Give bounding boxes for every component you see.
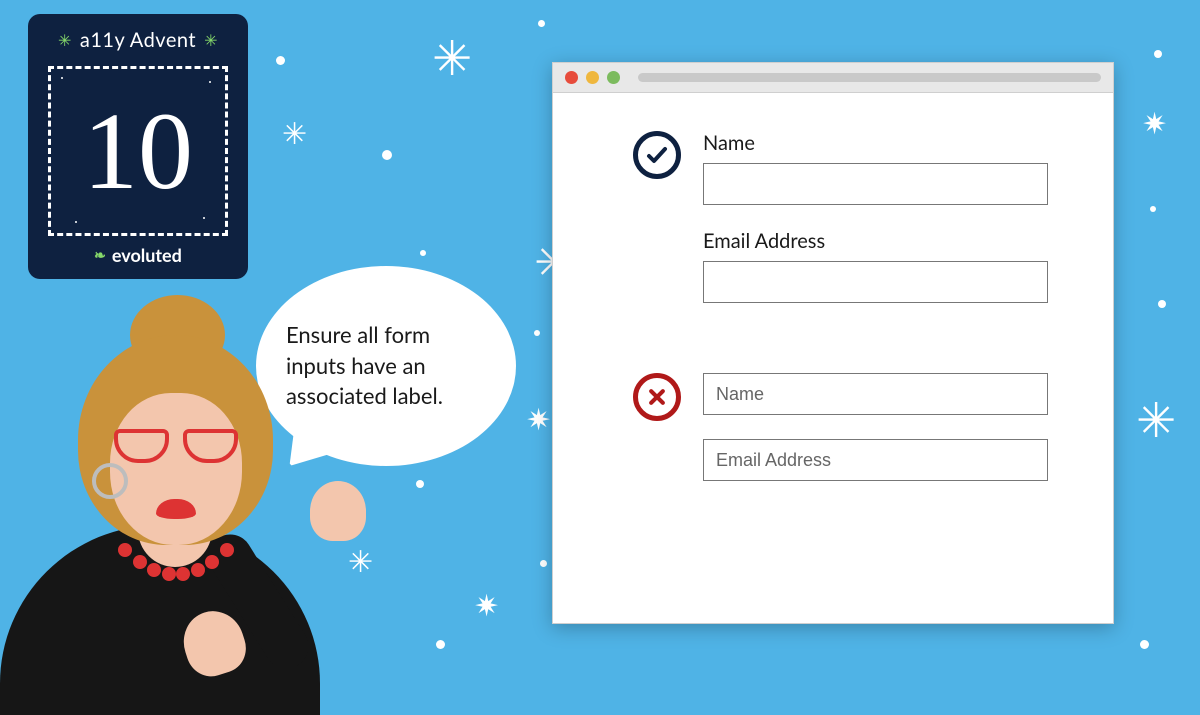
advent-card-title-text: a11y Advent (80, 28, 196, 52)
form-field-email-bad (703, 439, 1061, 481)
brand-name: evoluted (112, 244, 182, 266)
advent-day-number: 10 (83, 88, 193, 215)
good-example: Name Email Address (623, 131, 1061, 303)
email-input[interactable] (703, 261, 1048, 303)
person-illustration (0, 305, 400, 675)
form-field-email: Email Address (703, 229, 1061, 303)
traffic-light-minimize-icon[interactable] (586, 71, 599, 84)
advent-card: ✳ a11y Advent ✳ 10 ❧ evoluted (28, 14, 248, 279)
traffic-light-zoom-icon[interactable] (607, 71, 620, 84)
window-titlebar (553, 63, 1113, 93)
url-bar[interactable] (638, 73, 1101, 82)
browser-window: Name Email Address (552, 62, 1114, 624)
window-content: Name Email Address (553, 93, 1113, 623)
check-circle-icon (633, 131, 681, 179)
traffic-light-close-icon[interactable] (565, 71, 578, 84)
advent-day-frame: 10 (48, 66, 228, 236)
name-input-unlabeled[interactable] (703, 373, 1048, 415)
name-input[interactable] (703, 163, 1048, 205)
x-circle-icon (633, 373, 681, 421)
field-label: Email Address (703, 229, 1061, 253)
sparkle-icon: ✳ (58, 31, 72, 50)
sparkle-icon: ✳ (204, 31, 218, 50)
form-field-name-bad (703, 373, 1061, 415)
bad-example (623, 373, 1061, 481)
advent-card-title: ✳ a11y Advent ✳ (58, 28, 218, 52)
field-label: Name (703, 131, 1061, 155)
form-field-name: Name (703, 131, 1061, 205)
email-input-unlabeled[interactable] (703, 439, 1048, 481)
brand-logo: ❧ evoluted (94, 244, 182, 266)
leaf-icon: ❧ (94, 246, 106, 264)
